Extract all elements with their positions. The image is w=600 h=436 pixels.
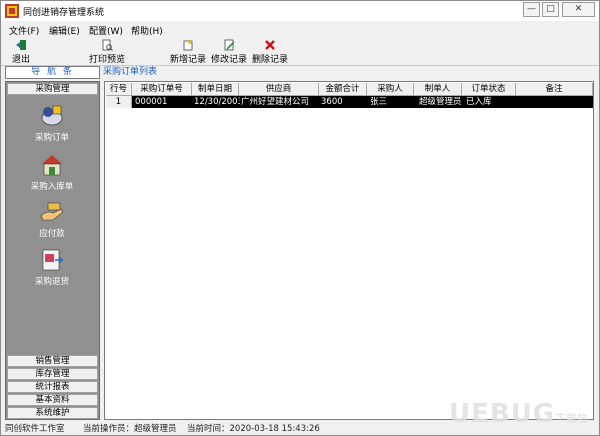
- close-button[interactable]: ✕: [562, 2, 595, 17]
- exit-label: 退出: [11, 55, 30, 65]
- watermark-logo: UEBUG下载站: [449, 399, 588, 429]
- buyer-cell: 张三: [370, 97, 388, 107]
- nav-item-payables[interactable]: 应付款: [16, 200, 88, 239]
- category-basic-data[interactable]: 基本资料: [7, 394, 98, 406]
- nav-item-label: 应付款: [39, 229, 65, 239]
- edit-record-button[interactable]: 修改记录: [210, 39, 248, 65]
- column-header[interactable]: 金额合计: [319, 83, 367, 96]
- list-title: 采购订单列表: [103, 67, 158, 77]
- return-icon: [42, 249, 64, 271]
- menu-help[interactable]: 帮助(H): [131, 24, 163, 37]
- nav-item-label: 采购订单: [34, 133, 69, 143]
- exit-icon: [16, 40, 26, 50]
- payment-hand-icon: [40, 202, 64, 221]
- edit-record-icon: [224, 39, 235, 51]
- nav-item-label: 采购入库单: [30, 182, 74, 192]
- category-system-maintenance[interactable]: 系统维护: [7, 407, 98, 419]
- order-number-cell: 000001: [135, 97, 168, 107]
- category-reports[interactable]: 统计报表: [7, 381, 98, 393]
- status-cell: 已入库: [466, 97, 492, 107]
- column-header[interactable]: 供应商: [239, 83, 319, 96]
- column-header[interactable]: 行号: [106, 83, 132, 96]
- row-number: 1: [106, 96, 132, 108]
- category-sales[interactable]: 销售管理: [7, 355, 98, 367]
- nav-item-purchase-inbound[interactable]: 采购入库单: [16, 153, 88, 192]
- exit-button[interactable]: 退出: [9, 39, 33, 65]
- watermark-text: UEBUG: [449, 399, 556, 429]
- nav-item-purchase-return[interactable]: 采购退货: [16, 248, 88, 287]
- delete-icon: [265, 40, 275, 50]
- supplier-cell: 广州好望建材公司: [241, 97, 310, 107]
- add-record-label: 新增记录: [169, 55, 206, 65]
- nav-header: 导 航 条: [5, 66, 100, 79]
- column-header[interactable]: 采购订单号: [132, 83, 192, 96]
- company-label: 同创软件工作室: [5, 424, 65, 434]
- nav-item-purchase-order[interactable]: 采购订单: [16, 104, 88, 143]
- column-header[interactable]: 备注: [516, 83, 593, 96]
- watermark-sub: 下载站: [555, 414, 589, 425]
- window-title: 同创进销存管理系统: [23, 8, 105, 18]
- maximize-button[interactable]: □: [542, 2, 559, 17]
- column-header[interactable]: 制单人: [414, 83, 462, 96]
- note-cell: [518, 96, 592, 108]
- main-window: 同创进销存管理系统 — □ ✕ 文件(F) 编辑(E) 配置(W) 帮助(H) …: [0, 0, 600, 436]
- column-header[interactable]: 采购人: [367, 83, 414, 96]
- nav-sidebar: 采购管理 采购订单 采购入库单 应付款 采购退货 销售管理 库存管理 统计报表 …: [5, 81, 100, 420]
- warehouse-icon: [42, 155, 62, 176]
- creator-cell: 超级管理员: [419, 97, 462, 107]
- print-preview-button[interactable]: 打印预览: [87, 39, 127, 65]
- app-icon: [5, 4, 19, 18]
- column-header[interactable]: 订单状态: [462, 83, 516, 96]
- current-time-label: 当前时间：2020-03-18 15:43:26: [187, 424, 320, 434]
- menu-edit[interactable]: 编辑(E): [49, 24, 80, 37]
- category-inventory[interactable]: 库存管理: [7, 368, 98, 380]
- menu-config[interactable]: 配置(W): [89, 24, 123, 37]
- category-purchase[interactable]: 采购管理: [7, 83, 98, 95]
- date-cell: 12/30/2003: [194, 97, 240, 107]
- purchase-order-icon: [41, 105, 63, 126]
- minimize-button[interactable]: —: [523, 2, 540, 17]
- edit-record-label: 修改记录: [210, 55, 247, 65]
- print-preview-label: 打印预览: [88, 55, 125, 65]
- delete-record-button[interactable]: 删除记录: [251, 39, 289, 65]
- menu-file[interactable]: 文件(F): [9, 24, 39, 37]
- menu-bar: 文件(F) 编辑(E) 配置(W) 帮助(H): [1, 21, 599, 37]
- delete-record-label: 删除记录: [251, 55, 288, 65]
- print-preview-icon: [102, 39, 113, 51]
- table-row[interactable]: 1 000001 12/30/2003 广州好望建材公司 3600 张三 超级管…: [106, 96, 593, 108]
- nav-item-label: 采购退货: [34, 277, 69, 287]
- toolbar: 退出 打印预览 新增记录 修改记录 删除记录: [1, 37, 599, 65]
- operator-label: 当前操作员：超级管理员: [83, 424, 177, 434]
- title-bar: 同创进销存管理系统 — □ ✕: [1, 1, 599, 21]
- add-record-button[interactable]: 新增记录: [169, 39, 207, 65]
- amount-cell: 3600: [321, 97, 343, 107]
- add-record-icon: [183, 39, 193, 51]
- order-grid: 行号 采购订单号 制单日期 供应商 金额合计 采购人 制单人 订单状态 备注 1…: [104, 81, 594, 420]
- column-header[interactable]: 制单日期: [192, 83, 239, 96]
